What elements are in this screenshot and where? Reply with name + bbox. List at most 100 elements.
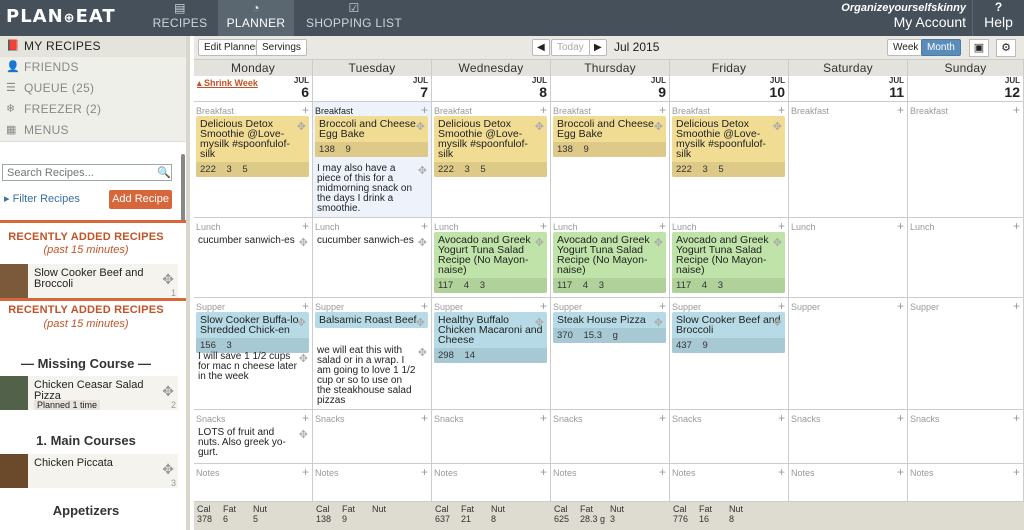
meal-slot-lunch[interactable]: Lunch + <box>789 218 907 298</box>
recipe-card[interactable]: Avocado and Greek Yogurt Tuna Salad Reci… <box>553 232 666 293</box>
recipe-card[interactable]: Avocado and Greek Yogurt Tuna Salad Reci… <box>434 232 547 293</box>
move-icon[interactable]: ✥ <box>535 316 544 329</box>
servings-button[interactable]: Servings <box>256 39 307 56</box>
prev-week-button[interactable]: ◀ <box>532 39 550 56</box>
meal-slot-notes[interactable]: Notes + <box>432 464 550 502</box>
meal-slot-snacks[interactable]: Snacks + <box>670 410 788 464</box>
add-icon[interactable]: + <box>897 219 904 233</box>
nav-recipes[interactable]: ▤ RECIPES <box>144 0 216 36</box>
add-icon[interactable]: + <box>540 299 547 313</box>
add-icon[interactable]: + <box>659 103 666 117</box>
meal-slot-lunch[interactable]: Lunch + Avocado and Greek Yogurt Tuna Sala… <box>432 218 550 298</box>
drag-handle-icon[interactable]: ✥ <box>162 461 174 478</box>
meal-slot-snacks[interactable]: Snacks + <box>313 410 431 464</box>
recipe-card[interactable]: Healthy Buffalo Chicken Macaroni and Che… <box>434 312 547 363</box>
meal-slot-supper[interactable]: Supper + Steak House Pizza ✥ 370 15.3 g <box>551 298 669 410</box>
meal-slot-breakfast[interactable]: Breakfast + Delicious Detox Smoothie @Love… <box>194 102 312 218</box>
add-icon[interactable]: + <box>302 219 309 233</box>
add-icon[interactable]: + <box>897 411 904 425</box>
move-icon[interactable]: ✥ <box>418 236 427 249</box>
move-icon[interactable]: ✥ <box>418 164 427 177</box>
add-icon[interactable]: + <box>659 465 666 479</box>
add-icon[interactable]: + <box>540 219 547 233</box>
recipe-card[interactable]: Slow Cooker Buffa-lo Shredded Chick-en ✥ 1… <box>196 312 309 353</box>
move-icon[interactable]: ✥ <box>654 236 663 249</box>
meal-slot-breakfast[interactable]: Breakfast + Broccoli and Cheese Egg Bake ✥ 1… <box>313 102 431 218</box>
add-icon[interactable]: + <box>778 299 785 313</box>
move-icon[interactable]: ✥ <box>418 346 427 359</box>
gear-icon[interactable]: ⚙ <box>996 39 1016 57</box>
list-item[interactable]: Chicken Piccata ✥ 3 <box>0 454 178 488</box>
meal-slot-notes[interactable]: Notes + <box>908 464 1023 502</box>
meal-slot-breakfast[interactable]: Breakfast + Delicious Detox Smoothie @Love… <box>432 102 550 218</box>
add-icon[interactable]: + <box>302 299 309 313</box>
move-icon[interactable]: ✥ <box>773 316 782 329</box>
meal-slot-notes[interactable]: Notes + <box>789 464 907 502</box>
add-icon[interactable]: + <box>540 103 547 117</box>
add-icon[interactable]: + <box>778 219 785 233</box>
nav-shopping[interactable]: ☑ SHOPPING LIST <box>302 0 406 36</box>
move-icon[interactable]: ✥ <box>416 316 425 329</box>
recipe-card[interactable]: Delicious Detox Smoothie @Love-mysilk #s… <box>672 116 785 177</box>
meal-slot-notes[interactable]: Notes + <box>551 464 669 502</box>
add-recipe-button[interactable]: Add Recipe <box>109 190 172 209</box>
meal-slot-snacks[interactable]: Snacks + <box>908 410 1023 464</box>
move-icon[interactable]: ✥ <box>299 428 308 441</box>
meal-slot-supper[interactable]: Supper + Slow Cooker Buffa-lo Shredded Chi… <box>194 298 312 410</box>
logo[interactable]: PLAN⊕EAT <box>6 6 116 27</box>
recipe-card[interactable]: Broccoli and Cheese Egg Bake ✥ 138 9 <box>553 116 666 157</box>
sidebar-item-freezer[interactable]: ❄ FREEZER (2) <box>0 99 186 120</box>
add-icon[interactable]: + <box>778 411 785 425</box>
move-icon[interactable]: ✥ <box>535 120 544 133</box>
move-icon[interactable]: ✥ <box>299 352 308 365</box>
help-button[interactable]: ? Help <box>972 0 1024 36</box>
add-icon[interactable]: + <box>302 465 309 479</box>
meal-slot-breakfast[interactable]: Breakfast + Delicious Detox Smoothie @Love… <box>670 102 788 218</box>
recipe-card[interactable]: Delicious Detox Smoothie @Love-mysilk #s… <box>196 116 309 177</box>
recipe-card[interactable]: Avocado and Greek Yogurt Tuna Salad Reci… <box>672 232 785 293</box>
move-icon[interactable]: ✥ <box>773 236 782 249</box>
add-icon[interactable]: + <box>897 465 904 479</box>
meal-slot-lunch[interactable]: Lunch + <box>908 218 1023 298</box>
meal-slot-supper[interactable]: Supper + <box>789 298 907 410</box>
today-button[interactable]: Today <box>551 39 590 56</box>
sidebar-item-queue[interactable]: ☰ QUEUE (25) <box>0 78 186 99</box>
meal-slot-snacks[interactable]: Snacks + LOTS of fruit and nuts. Also gree… <box>194 410 312 464</box>
meal-slot-supper[interactable]: Supper + Healthy Buffalo Chicken Macaroni … <box>432 298 550 410</box>
meal-slot-breakfast[interactable]: Breakfast + <box>908 102 1023 218</box>
meal-slot-notes[interactable]: Notes + <box>313 464 431 502</box>
meal-slot-snacks[interactable]: Snacks + <box>789 410 907 464</box>
recipe-card[interactable]: Broccoli and Cheese Egg Bake ✥ 138 9 <box>315 116 428 157</box>
filter-recipes-link[interactable]: ▸ Filter Recipes <box>4 192 80 205</box>
add-icon[interactable]: + <box>302 103 309 117</box>
recipe-card[interactable]: Delicious Detox Smoothie @Love-mysilk #s… <box>434 116 547 177</box>
meal-slot-snacks[interactable]: Snacks + <box>551 410 669 464</box>
add-icon[interactable]: + <box>421 465 428 479</box>
search-icon[interactable]: 🔍 <box>157 166 171 179</box>
move-icon[interactable]: ✥ <box>535 236 544 249</box>
move-icon[interactable]: ✥ <box>416 120 425 133</box>
meal-slot-lunch[interactable]: Lunch + Avocado and Greek Yogurt Tuna Sala… <box>670 218 788 298</box>
add-icon[interactable]: + <box>659 219 666 233</box>
add-icon[interactable]: + <box>421 219 428 233</box>
meal-slot-breakfast[interactable]: Breakfast + Broccoli and Cheese Egg Bake ✥ 1… <box>551 102 669 218</box>
add-icon[interactable]: + <box>659 411 666 425</box>
meal-slot-breakfast[interactable]: Breakfast + <box>789 102 907 218</box>
nav-planner[interactable]: ◔ PLANNER <box>218 0 294 36</box>
add-icon[interactable]: + <box>421 411 428 425</box>
sidebar-item-friends[interactable]: 👤 FRIENDS <box>0 57 186 78</box>
add-icon[interactable]: + <box>302 411 309 425</box>
sidebar-item-my-recipes[interactable]: 📕 MY RECIPES <box>0 36 186 57</box>
shrink-week-link[interactable]: ▴ Shrink Week <box>197 78 258 89</box>
add-icon[interactable]: + <box>778 103 785 117</box>
move-icon[interactable]: ✥ <box>297 316 306 329</box>
search-input[interactable] <box>2 164 172 181</box>
add-icon[interactable]: + <box>540 465 547 479</box>
add-icon[interactable]: + <box>778 465 785 479</box>
add-icon[interactable]: + <box>1013 465 1020 479</box>
account-menu[interactable]: Organizeyourselfskinny My Account <box>841 2 966 30</box>
meal-slot-notes[interactable]: Notes + <box>670 464 788 502</box>
recipe-card[interactable]: Slow Cooker Beef and Broccoli ✥ 437 9 <box>672 312 785 353</box>
meal-slot-lunch[interactable]: Lunch + cucumber sanwich-es ✥ <box>194 218 312 298</box>
move-icon[interactable]: ✥ <box>654 120 663 133</box>
